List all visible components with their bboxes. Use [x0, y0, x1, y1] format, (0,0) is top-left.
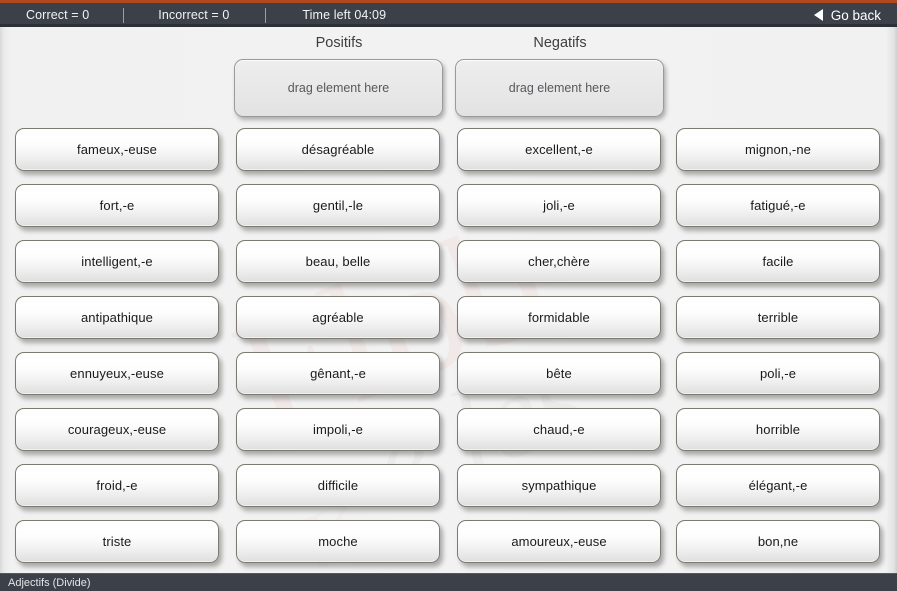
word-tile[interactable]: ennuyeux,-euse [15, 352, 219, 395]
word-tile[interactable]: difficile [236, 464, 440, 507]
word-tile[interactable]: impoli,-e [236, 408, 440, 451]
bottom-status-bar: Adjectifs (Divide) [0, 573, 897, 591]
word-tile-label: impoli,-e [312, 422, 364, 437]
score-divider-2 [265, 7, 267, 23]
word-tile-label: fatigué,-e [750, 198, 806, 213]
word-tile[interactable]: gênant,-e [236, 352, 440, 395]
word-tile-label: formidable [528, 310, 590, 325]
dropzone-positifs-placeholder: drag element here [287, 81, 390, 95]
word-tile-label: froid,-e [96, 478, 138, 493]
word-tile-label: moche [318, 534, 358, 549]
correct-score: Correct = 0 [26, 8, 90, 22]
word-tile-label: sympathique [521, 478, 597, 493]
word-tile[interactable]: cher,chère [457, 240, 661, 283]
word-tile[interactable]: poli,-e [676, 352, 880, 395]
word-tile[interactable]: fameux,-euse [15, 128, 219, 171]
word-tile[interactable]: mignon,-ne [676, 128, 880, 171]
word-tile[interactable]: bon,ne [676, 520, 880, 563]
word-tile[interactable]: joli,-e [457, 184, 661, 227]
score-group: Correct = 0 Incorrect = 0 Time left 04:0… [0, 3, 814, 27]
word-tile[interactable]: excellent,-e [457, 128, 661, 171]
word-tile-label: désagréable [301, 142, 375, 157]
word-tile-label: courageux,-euse [67, 422, 167, 437]
game-board: Flob e les K Positifs Negatifs drag elem… [0, 27, 897, 573]
go-back-button[interactable]: Go back [813, 3, 897, 27]
word-tile-label: amoureux,-euse [511, 534, 607, 549]
word-tile[interactable]: beau, belle [236, 240, 440, 283]
word-tile-label: excellent,-e [525, 142, 593, 157]
word-tile[interactable]: moche [236, 520, 440, 563]
quiz-app: Correct = 0 Incorrect = 0 Time left 04:0… [0, 0, 897, 591]
word-tile[interactable]: gentil,-le [236, 184, 440, 227]
word-tile-label: beau, belle [305, 254, 371, 269]
word-tile-label: difficile [317, 478, 359, 493]
word-tile-label: ennuyeux,-euse [70, 366, 164, 381]
word-tile-label: agréable [312, 310, 364, 325]
zone-title-negatifs: Negatifs [533, 35, 587, 51]
word-tile-label: bête [546, 366, 572, 381]
word-tile[interactable]: formidable [457, 296, 661, 339]
word-tile[interactable]: antipathique [15, 296, 219, 339]
word-tile-label: bon,ne [757, 534, 799, 549]
word-tile-label: gentil,-le [312, 198, 364, 213]
go-back-label: Go back [830, 7, 881, 23]
dropzone-negatifs-placeholder: drag element here [508, 81, 611, 95]
activity-title: Adjectifs (Divide) [8, 576, 91, 589]
word-tile-label: intelligent,-e [81, 254, 153, 269]
word-tile-label: poli,-e [759, 366, 797, 381]
word-tile[interactable]: froid,-e [15, 464, 219, 507]
triangle-left-icon [813, 9, 823, 21]
word-tile-label: fameux,-euse [77, 142, 157, 157]
word-tile-label: mignon,-ne [744, 142, 812, 157]
word-tile-label: élégant,-e [748, 478, 808, 493]
top-status-bar: Correct = 0 Incorrect = 0 Time left 04:0… [0, 0, 897, 27]
word-tile[interactable]: agréable [236, 296, 440, 339]
dropzone-negatifs[interactable]: drag element here [455, 59, 664, 117]
dropzone-positifs[interactable]: drag element here [234, 59, 443, 117]
word-tile[interactable]: élégant,-e [676, 464, 880, 507]
word-tile[interactable]: horrible [676, 408, 880, 451]
word-tile[interactable]: amoureux,-euse [457, 520, 661, 563]
word-tile[interactable]: courageux,-euse [15, 408, 219, 451]
incorrect-score: Incorrect = 0 [158, 8, 230, 22]
word-tile[interactable]: désagréable [236, 128, 440, 171]
word-tile-label: cher,chère [528, 254, 590, 269]
time-left: Time left 04:09 [302, 8, 387, 22]
word-tile[interactable]: intelligent,-e [15, 240, 219, 283]
word-tile-label: terrible [757, 310, 799, 325]
word-tile-label: joli,-e [543, 198, 575, 213]
word-tile-label: horrible [755, 422, 801, 437]
word-tile-label: gênant,-e [310, 366, 366, 381]
word-tile[interactable]: terrible [676, 296, 880, 339]
zone-title-positifs: Positifs [315, 35, 363, 51]
word-tile-label: fort,-e [99, 198, 135, 213]
word-tile[interactable]: facile [676, 240, 880, 283]
score-divider-1 [123, 7, 125, 23]
word-tile[interactable]: fort,-e [15, 184, 219, 227]
word-tile[interactable]: chaud,-e [457, 408, 661, 451]
word-tile[interactable]: fatigué,-e [676, 184, 880, 227]
word-tile-label: facile [762, 254, 794, 269]
word-tile-label: chaud,-e [533, 422, 585, 437]
word-tile-label: triste [102, 534, 132, 549]
word-tile[interactable]: sympathique [457, 464, 661, 507]
word-tile[interactable]: bête [457, 352, 661, 395]
word-tile[interactable]: triste [15, 520, 219, 563]
word-tile-label: antipathique [80, 310, 154, 325]
